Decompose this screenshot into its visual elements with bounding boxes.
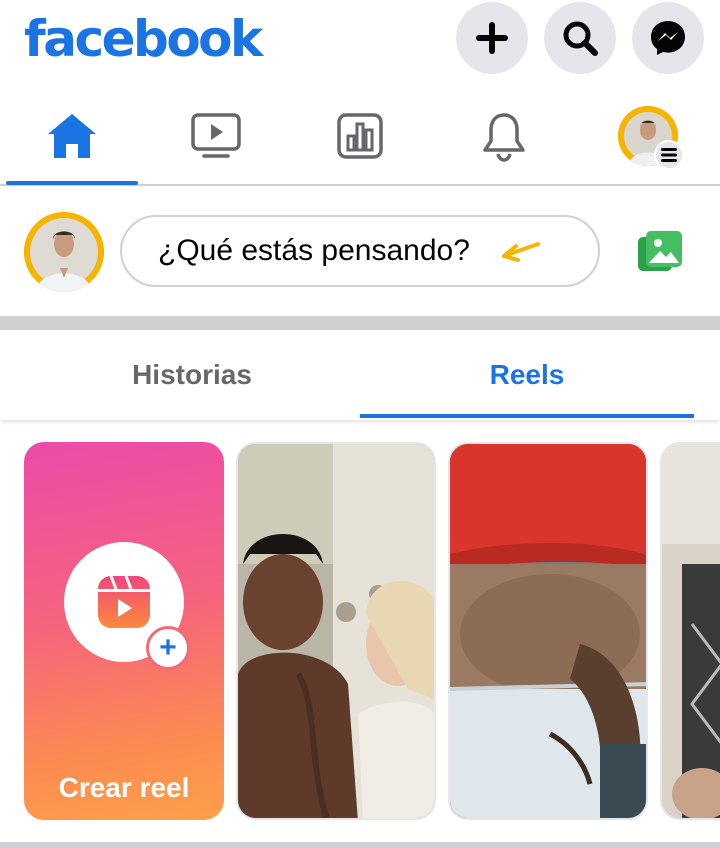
nav-watch[interactable] [150,88,282,184]
home-icon [48,114,96,158]
video-icon [191,113,241,158]
reel-card[interactable] [448,442,648,820]
reel-thumbnail [450,444,646,818]
user-avatar[interactable] [24,212,104,292]
tab-reels[interactable]: Reels [360,330,694,420]
reel-card[interactable] [236,442,436,820]
section-divider [0,842,720,848]
section-divider [0,316,720,330]
nav-notifications[interactable] [438,88,570,184]
nav-menu[interactable] [582,88,714,184]
active-tab-indicator [6,181,138,185]
photo-icon [638,231,682,271]
hamburger-icon [654,140,684,170]
add-icon: + [146,626,190,670]
plus-icon [476,22,508,54]
arrow-doodle-icon [502,242,540,262]
reel-thumbnail [238,444,434,818]
search-icon [563,21,598,56]
create-reel-label: Crear reel [58,772,190,803]
stories-reels-tabs: Historias Reels [0,330,720,420]
reel-thumbnail [662,444,720,818]
messenger-button[interactable] [632,2,704,74]
create-button[interactable] [456,2,528,74]
composer-placeholder: ¿Qué estás pensando? [158,234,470,267]
nav-dashboard[interactable] [294,88,426,184]
nav-home[interactable] [6,88,138,184]
photo-button[interactable] [632,224,688,280]
reel-card[interactable] [660,442,720,820]
create-reel-card[interactable]: + Crear reel [24,442,224,820]
post-composer: ¿Qué estás pensando? [0,188,720,316]
tab-reels-indicator [360,414,694,418]
facebook-logo[interactable]: facebook [24,4,263,74]
tab-historias[interactable]: Historias [24,330,360,420]
search-button[interactable] [544,2,616,74]
chart-icon [337,113,383,159]
reels-carousel[interactable]: + Crear reel [0,430,720,840]
main-nav [0,88,720,186]
profile-avatar[interactable] [618,106,684,170]
messenger-icon [651,21,685,55]
top-bar: facebook [0,0,720,88]
bell-icon [483,113,525,162]
reels-icon [98,575,150,628]
